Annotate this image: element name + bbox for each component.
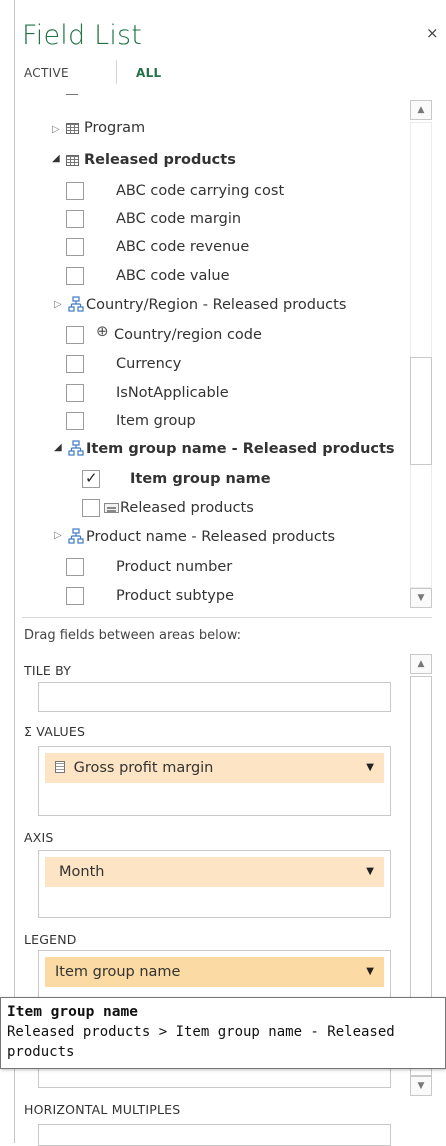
- expand-arrow-icon[interactable]: ▷: [52, 124, 60, 135]
- field-checkbox[interactable]: [66, 267, 84, 285]
- dropdown-arrow-icon[interactable]: ▼: [366, 753, 374, 783]
- tile-by-dropzone[interactable]: [38, 682, 391, 712]
- scroll-up-icon[interactable]: ▲: [410, 100, 432, 120]
- field-checkbox[interactable]: [66, 210, 84, 228]
- tile-by-label: TILE BY: [24, 663, 72, 678]
- field-label[interactable]: ABC code carrying cost: [116, 180, 284, 202]
- field-checkbox[interactable]: [66, 182, 84, 200]
- truncated-item-dash: [66, 94, 78, 95]
- collapse-arrow-icon[interactable]: ◢: [52, 153, 60, 164]
- hierarchy-icon: [68, 296, 84, 312]
- field-tooltip: Item group name Released products > Item…: [0, 997, 446, 1069]
- field-checkbox[interactable]: [66, 326, 84, 344]
- hierarchy-icon: [68, 440, 84, 456]
- tooltip-title: Item group name: [7, 1004, 138, 1020]
- field-label[interactable]: Product number: [116, 556, 232, 578]
- hierarchy-icon: [68, 528, 84, 544]
- sigma-icon: Σ: [24, 724, 33, 739]
- section-divider: [22, 617, 432, 618]
- field-list-scroll-thumb[interactable]: [410, 357, 432, 465]
- dropdown-arrow-icon[interactable]: ▼: [366, 857, 374, 887]
- axis-dropzone[interactable]: Month ▼: [38, 850, 391, 918]
- scroll-up-icon[interactable]: ▲: [410, 654, 432, 674]
- field-label[interactable]: ABC code margin: [116, 208, 241, 230]
- hierarchy-item-group-name[interactable]: Item group name - Released products: [86, 438, 395, 460]
- legend-dropzone[interactable]: Item group name ▼: [38, 950, 391, 998]
- field-checkbox-checked[interactable]: [82, 469, 100, 488]
- field-list-scroll-track[interactable]: [410, 122, 432, 588]
- table-program[interactable]: Program: [84, 117, 145, 139]
- field-label[interactable]: Country/region code: [114, 324, 262, 346]
- axis-label: AXIS: [24, 830, 54, 845]
- legend-field-pill[interactable]: Item group name ▼: [45, 957, 384, 987]
- legend-field-label: Item group name: [55, 964, 181, 980]
- tooltip-path-line-2: products: [7, 1044, 75, 1060]
- field-checkbox[interactable]: [66, 384, 84, 402]
- table-released-products[interactable]: Released products: [84, 149, 236, 171]
- field-label[interactable]: Currency: [116, 353, 181, 375]
- axis-field-pill[interactable]: Month ▼: [45, 857, 384, 887]
- field-checkbox[interactable]: [66, 238, 84, 256]
- axis-field-label: Month: [59, 864, 105, 880]
- field-checkbox[interactable]: [66, 587, 84, 605]
- globe-icon: ⊕: [96, 322, 109, 340]
- horizontal-multiples-label: HORIZONTAL MULTIPLES: [24, 1102, 181, 1117]
- legend-label: LEGEND: [24, 932, 77, 947]
- table-icon: [66, 123, 79, 134]
- hierarchy-country-region[interactable]: Country/Region - Released products: [86, 294, 346, 316]
- values-label: Σ VALUES: [24, 724, 85, 739]
- field-checkbox[interactable]: [66, 355, 84, 373]
- dropdown-arrow-icon[interactable]: ▼: [366, 957, 374, 987]
- field-tree: ▷ Program ◢ Released products ABC code c…: [0, 0, 446, 620]
- field-checkbox[interactable]: [66, 558, 84, 576]
- attribute-icon: [104, 503, 119, 513]
- expand-arrow-icon[interactable]: ▷: [54, 299, 62, 310]
- field-label[interactable]: ABC code value: [116, 265, 230, 287]
- field-checkbox[interactable]: [82, 499, 100, 517]
- values-field-label: Gross profit margin: [73, 760, 214, 776]
- collapse-arrow-icon[interactable]: ◢: [54, 442, 62, 453]
- expand-arrow-icon[interactable]: ▷: [54, 530, 62, 541]
- field-checkbox[interactable]: [66, 412, 84, 430]
- field-label[interactable]: IsNotApplicable: [116, 382, 229, 404]
- field-label[interactable]: Product subtype: [116, 585, 234, 607]
- table-icon: [66, 155, 79, 166]
- hierarchy-product-name[interactable]: Product name - Released products: [86, 526, 335, 548]
- field-label[interactable]: Released products: [120, 497, 254, 519]
- calculator-icon: [55, 761, 65, 773]
- field-label[interactable]: Item group: [116, 410, 196, 432]
- values-label-text: VALUES: [36, 724, 86, 739]
- scroll-down-icon[interactable]: ▼: [410, 588, 432, 608]
- areas-instructions: Drag fields between areas below:: [24, 628, 242, 643]
- values-dropzone[interactable]: Gross profit margin ▼: [38, 746, 391, 816]
- values-field-pill[interactable]: Gross profit margin ▼: [45, 753, 384, 783]
- tooltip-path-line-1: Released products > Item group name - Re…: [7, 1024, 395, 1040]
- field-label[interactable]: Item group name: [130, 468, 271, 490]
- scroll-down-icon[interactable]: ▼: [410, 1076, 432, 1096]
- field-label[interactable]: ABC code revenue: [116, 236, 249, 258]
